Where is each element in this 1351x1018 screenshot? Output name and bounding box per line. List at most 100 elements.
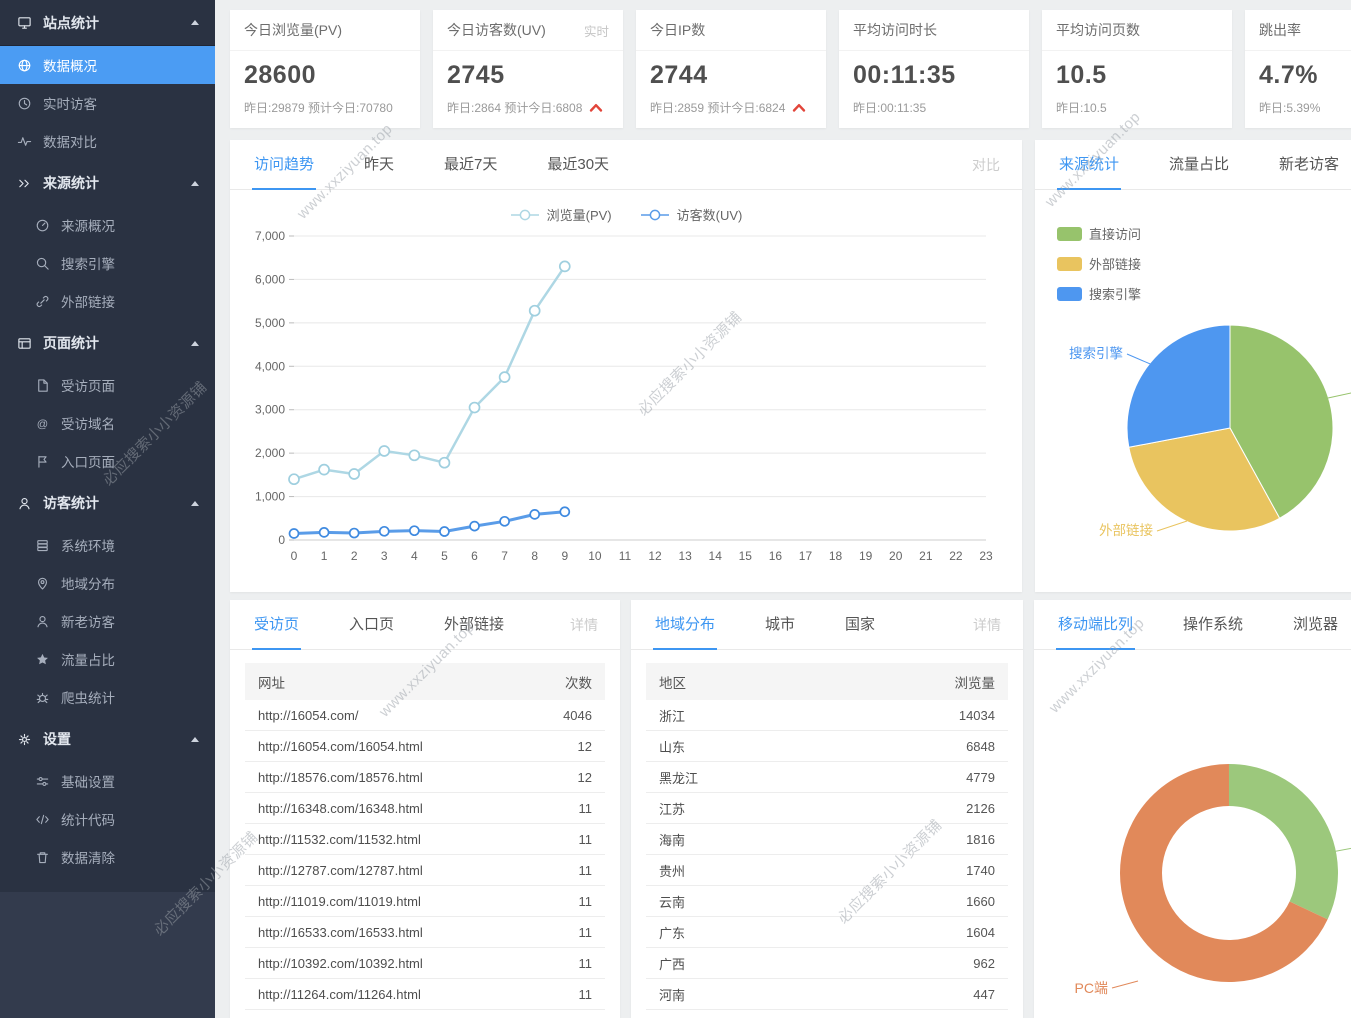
mobile_panel-tab-1[interactable]: 操作系统 [1181,613,1245,650]
visited_panel-row-4[interactable]: http://11532.com/11532.html11 [245,824,605,855]
collapse-caret-icon[interactable] [191,737,199,742]
row-label[interactable]: http://16533.com/16533.html [258,925,423,940]
row-label[interactable]: 广西 [659,954,685,973]
sidebar-item-1[interactable]: 数据概况 [0,46,215,84]
sidebar-item-12[interactable]: 访客统计 [0,480,215,526]
visited_panel-row-3[interactable]: http://16348.com/16348.html11 [245,793,605,824]
row-label[interactable]: http://11019.com/11019.html [258,894,421,909]
data-point-marker [500,372,510,382]
trend_panel-action-link[interactable]: 对比 [972,155,1000,189]
region_panel-row-7[interactable]: 广东1604 [646,917,1008,948]
sidebar-item-2[interactable]: 实时访客 [0,84,215,122]
mobile_panel-tab-2[interactable]: 浏览器 [1291,613,1340,650]
region_panel-tab-2[interactable]: 国家 [843,613,877,650]
sidebar-item-5[interactable]: 来源概况 [0,206,215,244]
visited_panel-action-link[interactable]: 详情 [570,615,598,649]
sidebar-item-6[interactable]: 搜索引擎 [0,244,215,282]
sidebar-item-10[interactable]: @受访域名 [0,404,215,442]
region_panel-row-0[interactable]: 浙江14034 [646,700,1008,731]
visited_panel-tab-1[interactable]: 入口页 [347,613,396,650]
row-label[interactable]: 黑龙江 [659,768,698,787]
col-value: 次数 [565,672,592,692]
trend_panel-tab-3[interactable]: 最近30天 [545,153,611,190]
mobile-donut-chart: PC端 [1034,650,1351,1018]
row-label[interactable]: http://16348.com/16348.html [258,801,423,816]
sidebar-item-label: 站点统计 [43,13,99,33]
sidebar-item-7[interactable]: 外部链接 [0,282,215,320]
visited_panel-row-1[interactable]: http://16054.com/16054.html12 [245,731,605,762]
visited_panel-tab-0[interactable]: 受访页 [252,613,301,650]
collapse-caret-icon[interactable] [191,501,199,506]
pie-legend-item-2[interactable]: 搜索引擎 [1057,284,1141,303]
row-label[interactable]: 云南 [659,892,685,911]
sidebar-item-8[interactable]: 页面统计 [0,320,215,366]
row-label[interactable]: 河南 [659,985,685,1004]
row-label[interactable]: http://10392.com/10392.html [258,956,423,971]
pie-legend-item-0[interactable]: 直接访问 [1057,224,1141,243]
row-label[interactable]: 山东 [659,737,685,756]
source_panel-tab-2[interactable]: 新老访客 [1277,153,1341,190]
row-label[interactable]: 贵州 [659,861,685,880]
region_panel-tab-0[interactable]: 地域分布 [653,613,717,650]
row-label[interactable]: http://18576.com/18576.html [258,770,423,785]
row-label[interactable]: http://11264.com/11264.html [258,987,421,1002]
sidebar-item-21[interactable]: 数据清除 [0,838,215,876]
region_panel-row-2[interactable]: 黑龙江4779 [646,762,1008,793]
visited_panel-row-2[interactable]: http://18576.com/18576.html12 [245,762,605,793]
row-value: 1816 [966,832,995,847]
region_panel-row-1[interactable]: 山东6848 [646,731,1008,762]
sidebar-item-11[interactable]: 入口页面 [0,442,215,480]
visited_panel-row-6[interactable]: http://11019.com/11019.html11 [245,886,605,917]
clock-icon [17,96,32,111]
collapse-caret-icon[interactable] [191,341,199,346]
sidebar-item-13[interactable]: 系统环境 [0,526,215,564]
source_panel-tab-0[interactable]: 来源统计 [1057,153,1121,190]
region_panel-row-8[interactable]: 广西962 [646,948,1008,979]
collapse-caret-icon[interactable] [191,181,199,186]
visited_panel-tab-2[interactable]: 外部链接 [442,613,506,650]
row-label[interactable]: 广东 [659,923,685,942]
visited_panel-row-9[interactable]: http://11264.com/11264.html11 [245,979,605,1010]
source_panel-tab-1[interactable]: 流量占比 [1167,153,1231,190]
sidebar-item-0[interactable]: 站点统计 [0,0,215,46]
sidebar-item-3[interactable]: 数据对比 [0,122,215,160]
region_panel-tab-1[interactable]: 城市 [763,613,797,650]
sidebar-item-9[interactable]: 受访页面 [0,366,215,404]
visited_panel-row-7[interactable]: http://16533.com/16533.html11 [245,917,605,948]
visited_panel-row-5[interactable]: http://12787.com/12787.html11 [245,855,605,886]
x-axis-tick-label: 6 [471,549,478,563]
row-label[interactable]: 江苏 [659,799,685,818]
visited_panel-row-8[interactable]: http://10392.com/10392.html11 [245,948,605,979]
mobile_panel-tab-0[interactable]: 移动端比列 [1056,613,1135,650]
row-label[interactable]: http://12787.com/12787.html [258,863,423,878]
sidebar-item-20[interactable]: 统计代码 [0,800,215,838]
visited_panel-row-0[interactable]: http://16054.com/4046 [245,700,605,731]
sidebar-item-17[interactable]: 爬虫统计 [0,678,215,716]
trend_panel-tab-0[interactable]: 访问趋势 [252,153,316,190]
region_panel-row-5[interactable]: 贵州1740 [646,855,1008,886]
sidebar-item-16[interactable]: 流量占比 [0,640,215,678]
region_panel-action-link[interactable]: 详情 [973,615,1001,649]
row-label[interactable]: http://11532.com/11532.html [258,832,421,847]
region_panel-row-6[interactable]: 云南1660 [646,886,1008,917]
trend_panel-tab-2[interactable]: 最近7天 [442,153,499,190]
sidebar-item-19[interactable]: 基础设置 [0,762,215,800]
sidebar-item-4[interactable]: 来源统计 [0,160,215,206]
collapse-caret-icon[interactable] [191,20,199,25]
sidebar-item-18[interactable]: 设置 [0,716,215,762]
pie-legend-item-1[interactable]: 外部链接 [1057,254,1141,273]
trend-legend-item-1[interactable]: 访客数(UV) [640,205,743,224]
row-label[interactable]: 海南 [659,830,685,849]
pie-callout-label: 搜索引擎 [1069,346,1123,361]
trend_panel-tab-1[interactable]: 昨天 [362,153,396,190]
sidebar-item-14[interactable]: 地域分布 [0,564,215,602]
region_panel-row-9[interactable]: 河南447 [646,979,1008,1010]
row-label[interactable]: http://16054.com/ [258,708,358,723]
row-label[interactable]: 浙江 [659,706,685,725]
region_panel-row-4[interactable]: 海南 1816 [646,824,1008,855]
trend-legend-item-0[interactable]: 浏览量(PV) [510,205,612,224]
stat-card-header: 跳出率 [1245,10,1351,51]
sidebar-item-15[interactable]: 新老访客 [0,602,215,640]
row-label[interactable]: http://16054.com/16054.html [258,739,423,754]
region_panel-row-3[interactable]: 江苏2126 [646,793,1008,824]
